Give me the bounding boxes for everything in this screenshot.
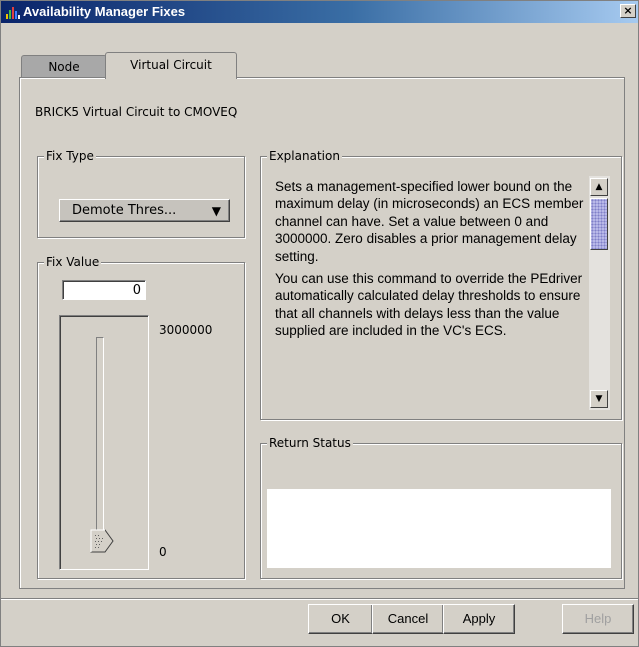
scroll-up-icon[interactable]: ▲ xyxy=(590,178,608,196)
fix-type-selected: Demote Thres... xyxy=(72,203,177,218)
fix-type-group: Fix Type xyxy=(37,149,245,238)
scroll-thumb[interactable] xyxy=(590,198,608,250)
virtual-circuit-label: BRICK5 Virtual Circuit to CMOVEQ xyxy=(35,105,238,119)
slider-track[interactable] xyxy=(96,337,104,540)
close-icon[interactable]: × xyxy=(620,4,636,18)
window-title: Availability Manager Fixes xyxy=(23,4,186,19)
fix-value-input[interactable]: 0 xyxy=(62,280,146,300)
explanation-text: Sets a management-specified lower bound … xyxy=(275,178,585,414)
fix-type-title: Fix Type xyxy=(44,149,96,163)
apply-button[interactable]: Apply xyxy=(443,604,515,634)
tab-node[interactable]: Node xyxy=(21,55,107,78)
tab-virtual-circuit[interactable]: Virtual Circuit xyxy=(105,52,237,79)
help-button[interactable]: Help xyxy=(562,604,634,634)
explanation-paragraph: Sets a management-specified lower bound … xyxy=(275,179,584,264)
title-bar[interactable]: Availability Manager Fixes × xyxy=(1,1,638,23)
return-status-title: Return Status xyxy=(267,436,353,450)
bar-chart-icon xyxy=(6,7,20,19)
slider-min-label: 0 xyxy=(159,545,167,559)
chevron-down-icon: ▼ xyxy=(211,204,221,218)
return-status-output xyxy=(267,489,611,568)
ok-button[interactable]: OK xyxy=(308,604,373,634)
explanation-scrollbar[interactable]: ▲ ▼ xyxy=(589,176,610,410)
slider-max-label: 3000000 xyxy=(159,323,213,337)
fix-type-dropdown[interactable]: Demote Thres... ▼ xyxy=(59,199,230,222)
fixes-dialog: Availability Manager Fixes × Node Virtua… xyxy=(0,0,639,647)
slider-thumb-icon[interactable] xyxy=(89,528,117,554)
divider xyxy=(1,598,638,600)
scroll-down-icon[interactable]: ▼ xyxy=(590,390,608,408)
explanation-paragraph: You can use this command to override the… xyxy=(275,271,583,339)
explanation-title: Explanation xyxy=(267,149,342,163)
cancel-button[interactable]: Cancel xyxy=(372,604,444,634)
fix-value-title: Fix Value xyxy=(44,255,102,269)
